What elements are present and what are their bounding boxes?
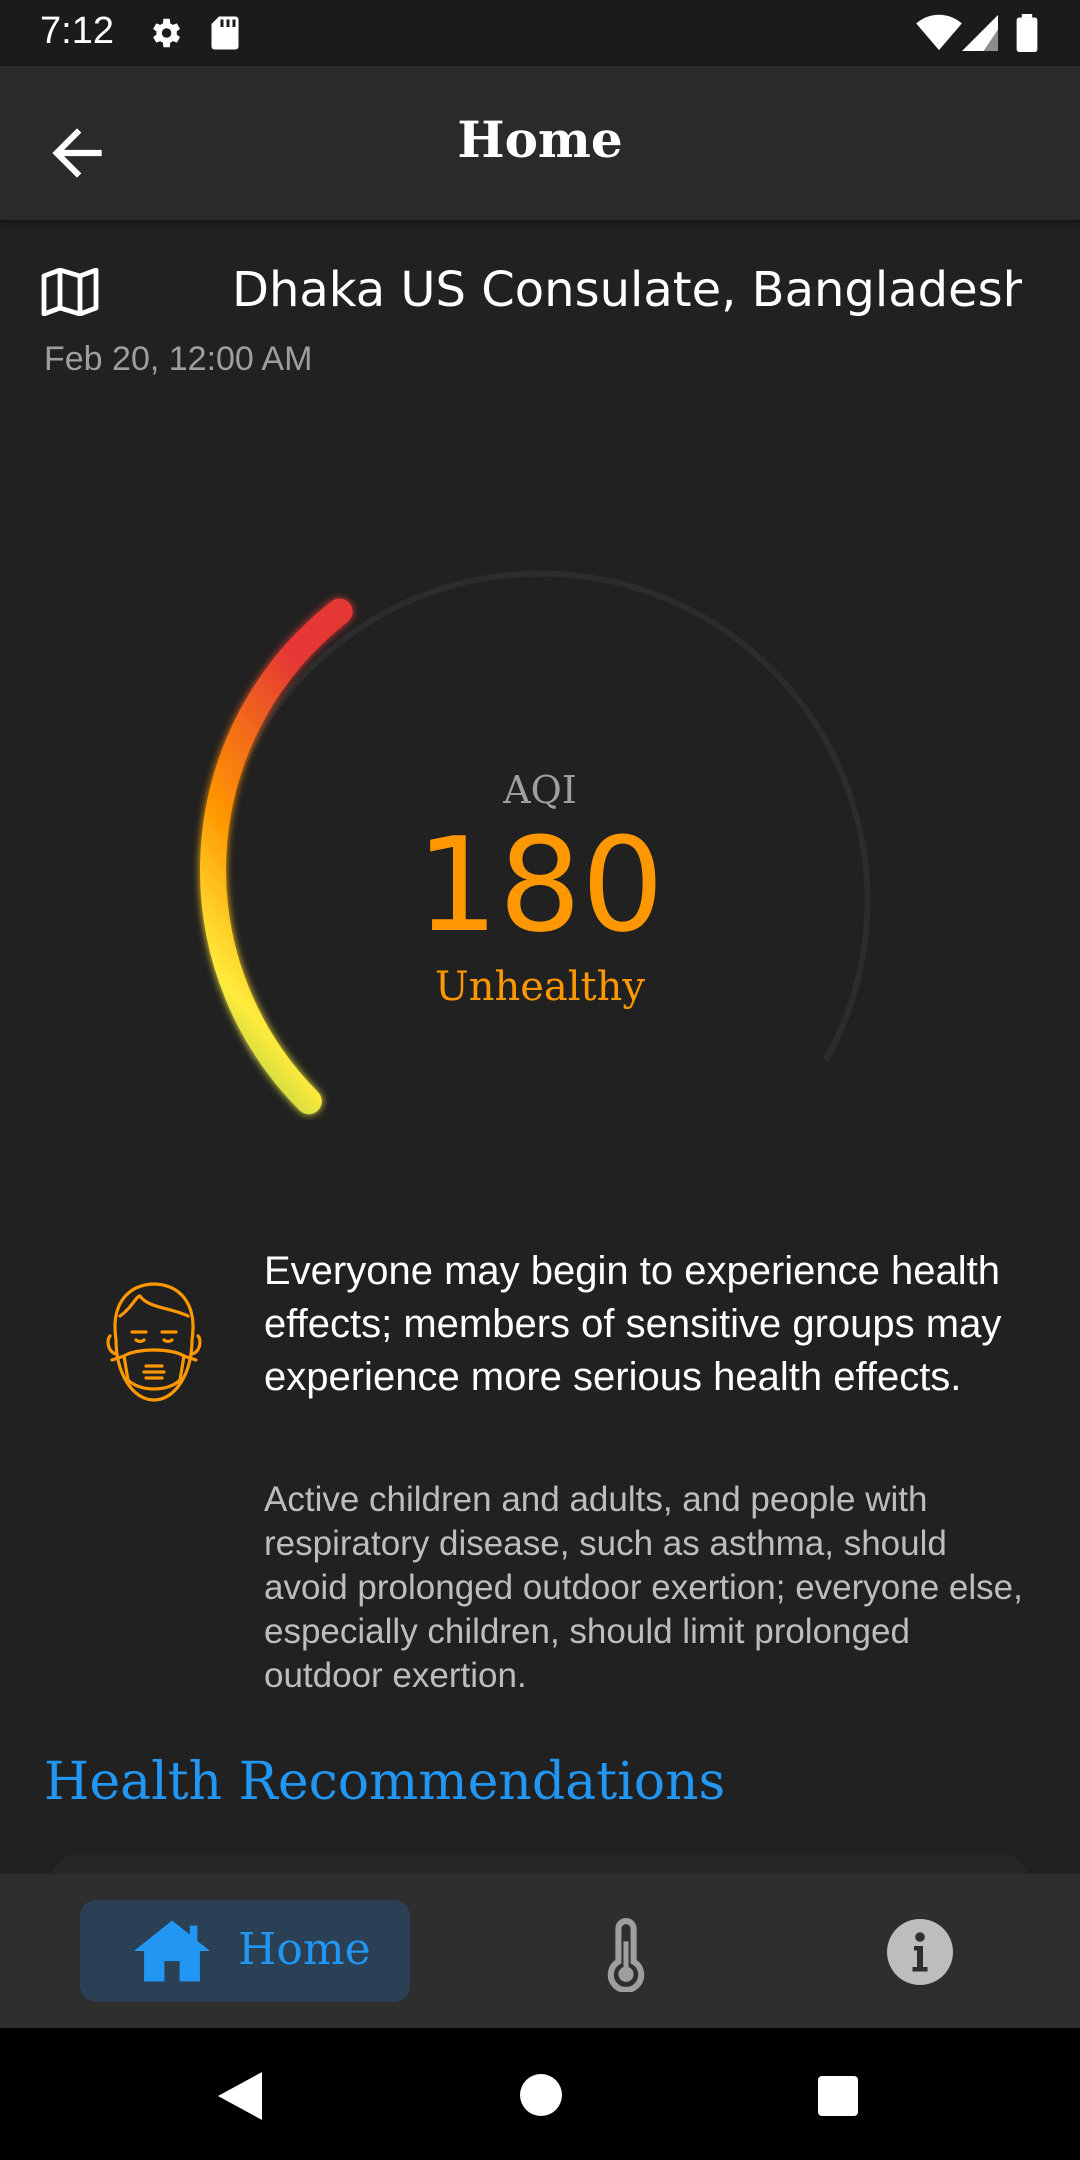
bottom-navigation: Home	[0, 1874, 1080, 2028]
location-name: Dhaka US Consulate, Bangladesh	[232, 262, 1022, 318]
nav-home-label: Home	[238, 1924, 371, 1975]
map-icon	[41, 267, 99, 317]
system-navigation-bar	[0, 2028, 1080, 2160]
home-icon	[133, 1920, 211, 1982]
aqi-label: AQI	[503, 768, 577, 812]
page-title: Home	[457, 110, 623, 169]
back-nav-icon[interactable]	[218, 2072, 262, 2120]
health-recommendations-heading: Health Recommendations	[44, 1752, 726, 1812]
health-effects-text: Everyone may begin to experience health …	[264, 1249, 1002, 1399]
face-mask-icon	[106, 1282, 202, 1402]
nav-weather-tab[interactable]	[596, 1916, 656, 1993]
status-time: 7:12	[40, 10, 114, 52]
aqi-value: 180	[415, 809, 665, 961]
nav-info-tab[interactable]	[884, 1916, 956, 1988]
home-nav-icon[interactable]	[520, 2074, 562, 2116]
info-icon	[887, 1919, 953, 1985]
map-button[interactable]	[40, 267, 106, 318]
signal-icon	[962, 14, 998, 56]
update-timestamp: Feb 20, 12:00 AM	[44, 340, 313, 378]
aqi-category: Unhealthy	[435, 964, 645, 1010]
thermometer-icon	[607, 1918, 645, 1993]
recents-nav-icon[interactable]	[818, 2076, 858, 2116]
sd-card-icon	[210, 14, 240, 56]
battery-icon	[1016, 14, 1038, 56]
wifi-icon	[916, 14, 962, 56]
nav-home-tab[interactable]: Home	[80, 1900, 410, 2002]
status-bar: 7:12	[0, 0, 1080, 66]
cautionary-statement: Active children and adults, and people w…	[264, 1480, 1023, 1695]
settings-icon	[146, 14, 184, 56]
app-bar: Home	[0, 66, 1080, 220]
